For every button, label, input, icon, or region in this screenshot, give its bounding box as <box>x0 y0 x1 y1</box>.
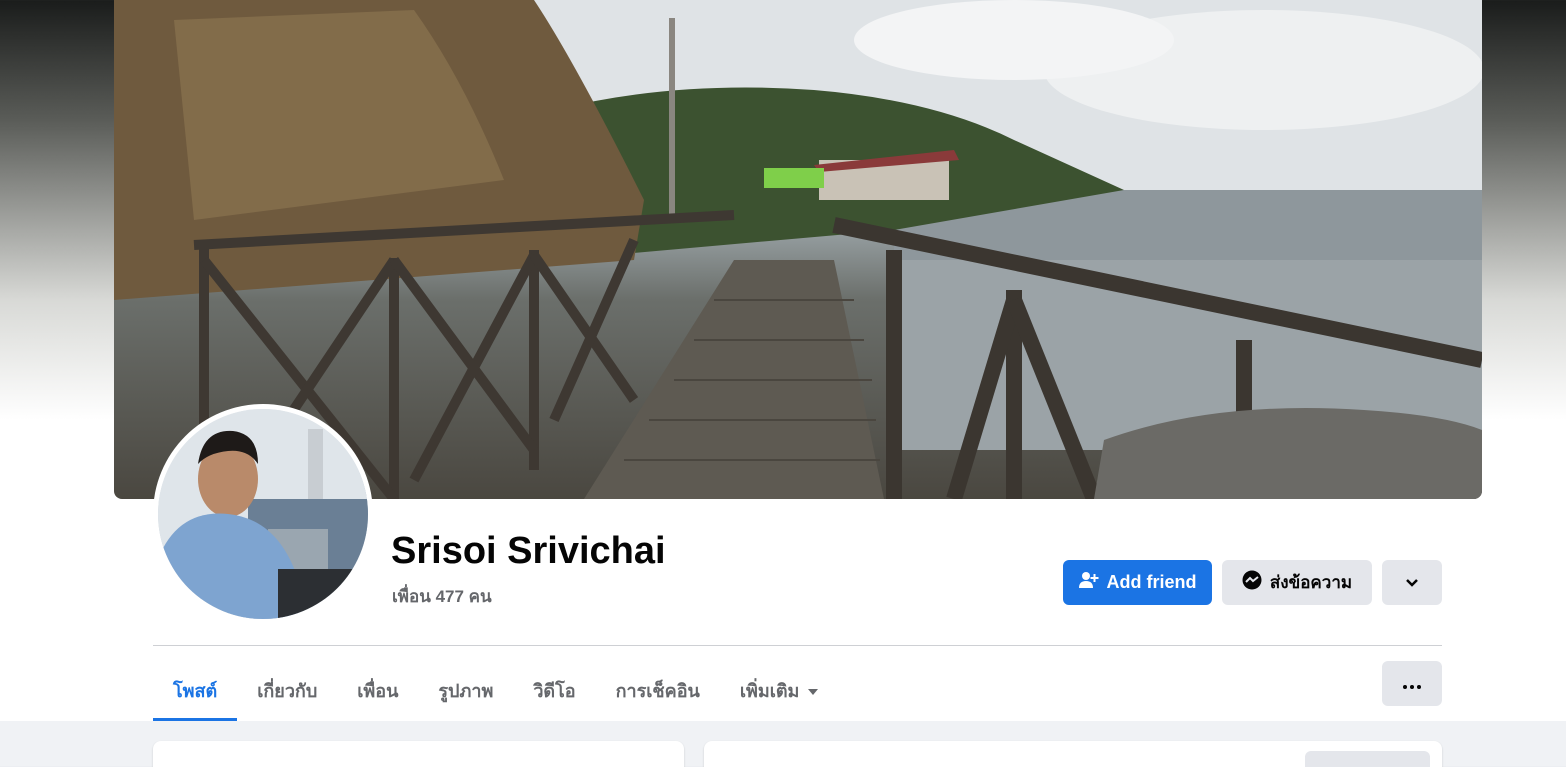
add-friend-button[interactable]: Add friend <box>1063 560 1212 605</box>
tab-about[interactable]: เกี่ยวกับ <box>237 660 337 720</box>
tab-more[interactable]: เพิ่มเติม <box>720 660 840 720</box>
tab-photos[interactable]: รูปภาพ <box>418 660 513 720</box>
tab-label: เกี่ยวกับ <box>257 680 318 701</box>
profile-options-button[interactable] <box>1382 560 1442 605</box>
person-plus-icon <box>1078 571 1099 594</box>
filters-button[interactable] <box>1305 751 1430 767</box>
profile-picture[interactable] <box>153 404 373 624</box>
avatar <box>158 409 368 619</box>
messenger-icon <box>1242 570 1262 595</box>
tab-label: เพื่อน <box>357 680 399 701</box>
caret-down-icon <box>807 680 819 701</box>
tab-label: รูปภาพ <box>438 680 494 701</box>
tab-label: โพสต์ <box>173 680 218 701</box>
posts-card <box>704 741 1442 767</box>
intro-card <box>153 741 684 767</box>
add-friend-label: Add friend <box>1106 572 1197 592</box>
tab-friends[interactable]: เพื่อน <box>337 660 418 720</box>
overflow-menu-button[interactable] <box>1382 661 1442 706</box>
tab-posts[interactable]: โพสต์ <box>153 660 238 721</box>
friend-count[interactable]: เพื่อน 477 คน <box>392 583 492 610</box>
ellipsis-icon <box>1403 672 1421 695</box>
avatar-photo <box>158 409 368 619</box>
message-button[interactable]: ส่งข้อความ <box>1222 560 1372 605</box>
profile-tabs: โพสต์ เกี่ยวกับ เพื่อน รูปภาพ วิดีโอ การ… <box>153 660 840 721</box>
header-divider <box>153 645 1442 646</box>
tab-check-ins[interactable]: การเช็คอิน <box>596 660 720 720</box>
tab-label: เพิ่มเติม <box>739 680 800 701</box>
profile-name: Srisoi Srivichai <box>391 530 666 572</box>
tab-label: วิดีโอ <box>533 680 576 701</box>
message-label: ส่งข้อความ <box>1269 573 1353 592</box>
chevron-down-icon <box>1405 572 1419 593</box>
tab-label: การเช็คอิน <box>615 680 700 701</box>
tab-videos[interactable]: วิดีโอ <box>513 660 595 720</box>
